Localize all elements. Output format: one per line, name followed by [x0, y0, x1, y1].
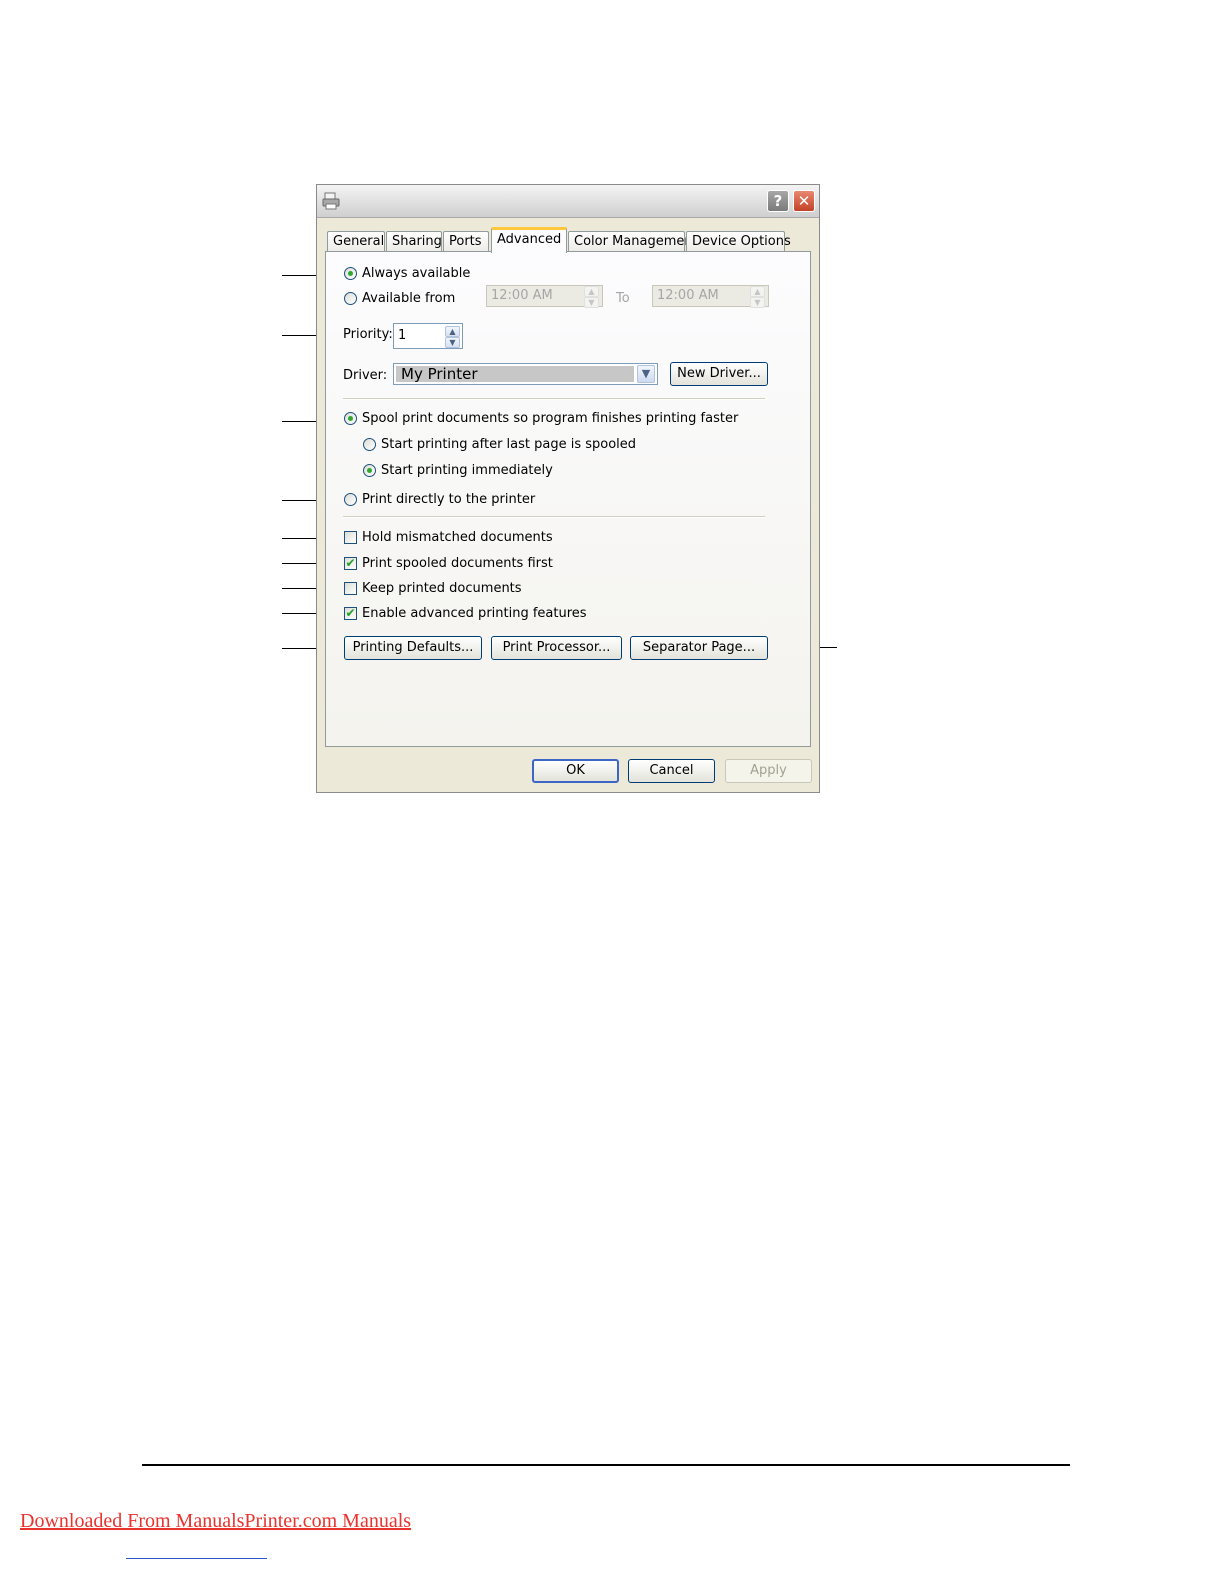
print-spooled-first-checkbox[interactable]: ✔	[344, 557, 357, 570]
print-directly-label: Print directly to the printer	[362, 492, 536, 507]
available-from-label: Available from	[362, 291, 456, 306]
cancel-button[interactable]: Cancel	[628, 759, 715, 783]
start-after-last-page-radio[interactable]	[363, 438, 376, 451]
divider-1	[343, 398, 765, 400]
spin-down-icon: ▼	[445, 337, 460, 348]
help-icon: ?	[773, 192, 783, 210]
tab-device-options[interactable]: Device Options	[686, 231, 791, 252]
separator-page-button[interactable]: Separator Page...	[630, 636, 768, 660]
spin-down-icon: ▼	[750, 297, 765, 308]
ok-button[interactable]: OK	[532, 759, 619, 783]
keep-printed-checkbox[interactable]	[344, 582, 357, 595]
chevron-down-icon[interactable]: ▼	[637, 365, 655, 383]
spin-up-icon: ▲	[445, 326, 460, 337]
priority-stepper[interactable]: ▲ ▼	[445, 326, 460, 348]
spin-up-icon: ▲	[584, 286, 599, 297]
enable-advanced-features-label: Enable advanced printing features	[362, 606, 587, 621]
tab-color-management[interactable]: Color Management	[568, 231, 698, 252]
spool-radio[interactable]	[344, 412, 357, 425]
print-directly-radio[interactable]	[344, 493, 357, 506]
enable-advanced-features-checkbox[interactable]: ✔	[344, 607, 357, 620]
divider-2	[343, 516, 765, 518]
driver-select[interactable]: My Printer ▼	[393, 363, 658, 385]
tab-ports[interactable]: Ports	[443, 231, 489, 252]
download-source-link[interactable]: Downloaded From ManualsPrinter.com Manua…	[20, 1510, 411, 1533]
spin-up-icon: ▲	[750, 286, 765, 297]
new-driver-button[interactable]: New Driver...	[670, 362, 768, 386]
print-processor-button[interactable]: Print Processor...	[491, 636, 622, 660]
priority-value: 1	[398, 328, 407, 343]
footer-rule	[142, 1464, 1070, 1466]
tab-advanced[interactable]: Advanced	[491, 227, 567, 253]
close-icon: ✕	[797, 192, 811, 210]
footer-link-underline	[126, 1558, 267, 1559]
hold-mismatched-label: Hold mismatched documents	[362, 530, 553, 545]
always-available-radio[interactable]	[344, 267, 357, 280]
spool-label: Spool print documents so program finishe…	[362, 411, 739, 426]
start-immediately-label: Start printing immediately	[381, 463, 553, 478]
available-from-radio[interactable]	[344, 292, 357, 305]
from-time-value: 12:00 AM	[491, 288, 553, 303]
always-available-label: Always available	[362, 266, 471, 281]
start-after-last-page-label: Start printing after last page is spoole…	[381, 437, 637, 452]
close-button[interactable]: ✕	[793, 190, 815, 212]
apply-button[interactable]: Apply	[725, 759, 812, 783]
print-spooled-first-label: Print spooled documents first	[362, 556, 553, 571]
priority-label: Priority:	[343, 327, 393, 342]
driver-selected-value: My Printer	[396, 366, 634, 382]
printer-icon	[322, 192, 340, 210]
start-immediately-radio[interactable]	[363, 464, 376, 477]
hold-mismatched-checkbox[interactable]	[344, 531, 357, 544]
tab-sharing[interactable]: Sharing	[386, 231, 442, 252]
to-time-stepper[interactable]: ▲ ▼	[750, 286, 765, 308]
help-button[interactable]: ?	[767, 190, 789, 212]
printer-properties-dialog: ? ✕ General Sharing Ports Advanced Color…	[316, 184, 820, 793]
keep-printed-label: Keep printed documents	[362, 581, 522, 596]
tab-general[interactable]: General	[327, 231, 385, 252]
check-icon: ✔	[345, 606, 356, 620]
advanced-tab-panel: Always available Available from 12:00 AM…	[325, 251, 811, 747]
from-time-stepper[interactable]: ▲ ▼	[584, 286, 599, 308]
check-icon: ✔	[345, 556, 356, 570]
driver-label: Driver:	[343, 368, 388, 383]
to-time-value: 12:00 AM	[657, 288, 719, 303]
spin-down-icon: ▼	[584, 297, 599, 308]
title-bar[interactable]: ? ✕	[317, 185, 819, 218]
to-label: To	[616, 291, 630, 306]
printing-defaults-button[interactable]: Printing Defaults...	[344, 636, 482, 660]
